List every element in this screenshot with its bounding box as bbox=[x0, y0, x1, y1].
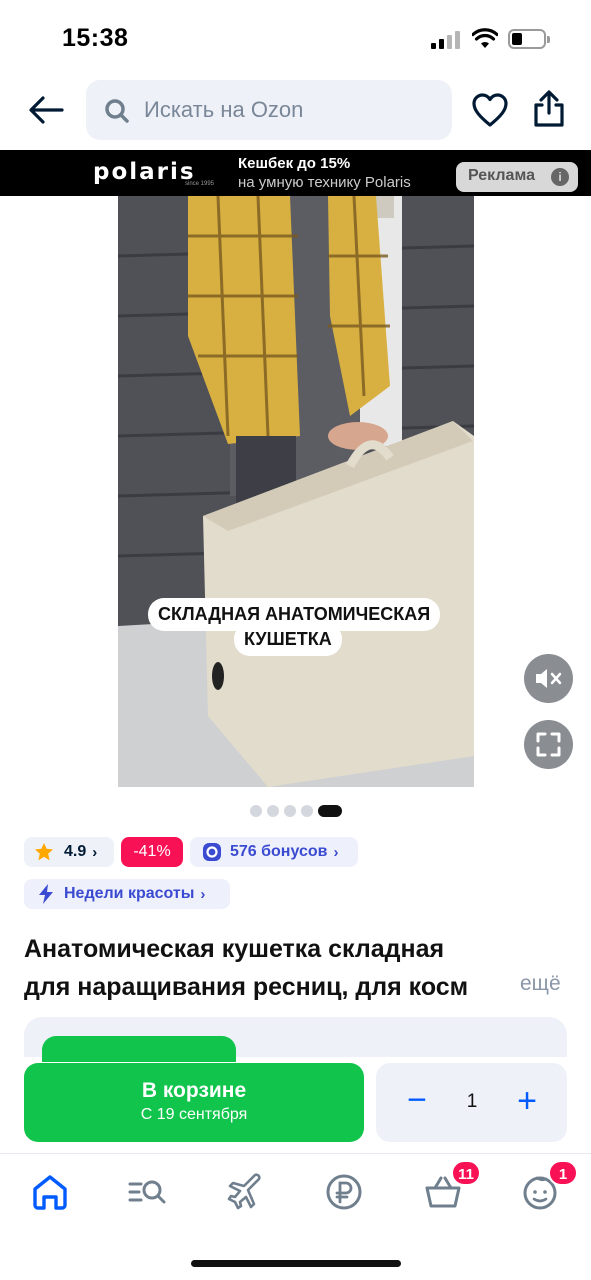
profile-notification-badge: 1 bbox=[548, 1160, 578, 1186]
cart-label: В корзине bbox=[141, 1079, 247, 1102]
star-icon bbox=[35, 843, 53, 861]
ad-brand-tagline: since 1995 bbox=[185, 181, 215, 187]
search-header bbox=[0, 78, 591, 150]
tab-profile[interactable]: 1 bbox=[520, 1160, 578, 1212]
ad-title: Кешбек до 15% bbox=[238, 155, 351, 172]
tab-finance[interactable] bbox=[324, 1172, 368, 1212]
cart-count-badge: 11 bbox=[451, 1160, 481, 1186]
product-title: Анатомическая кушетка складная для наращ… bbox=[24, 930, 544, 1006]
chevron-right-icon: › bbox=[200, 885, 206, 903]
product-video[interactable] bbox=[118, 196, 474, 787]
heart-icon bbox=[472, 93, 508, 127]
quantity-value: 1 bbox=[466, 1091, 478, 1112]
pager-dot[interactable] bbox=[267, 805, 279, 817]
battery-icon bbox=[508, 29, 550, 49]
back-button[interactable] bbox=[26, 92, 66, 128]
increase-button[interactable]: + bbox=[512, 1084, 542, 1118]
fullscreen-button[interactable] bbox=[524, 720, 573, 769]
catalog-search-icon bbox=[128, 1180, 166, 1204]
decrease-button[interactable]: − bbox=[402, 1083, 432, 1117]
ad-brand-logo: polaris bbox=[93, 159, 196, 185]
ad-label-text: Реклама bbox=[468, 167, 535, 184]
search-icon bbox=[105, 99, 129, 123]
status-time: 15:38 bbox=[62, 24, 129, 52]
status-bar: 15:38 bbox=[0, 0, 591, 78]
tab-catalog[interactable] bbox=[127, 1172, 171, 1212]
product-video-frame bbox=[118, 196, 474, 787]
pager-dot[interactable] bbox=[301, 805, 313, 817]
search-input[interactable] bbox=[144, 80, 434, 140]
tab-travel[interactable] bbox=[226, 1172, 270, 1212]
chevron-right-icon: › bbox=[333, 843, 339, 861]
favorite-button[interactable] bbox=[471, 92, 509, 128]
wifi-icon bbox=[472, 28, 498, 48]
info-icon: i bbox=[551, 168, 569, 186]
ad-label-badge[interactable]: Реклама i bbox=[456, 162, 578, 192]
in-cart-button[interactable]: В корзине С 19 сентября bbox=[24, 1063, 364, 1142]
quantity-stepper: − 1 + bbox=[376, 1063, 567, 1142]
ad-subtitle: на умную технику Polaris bbox=[238, 174, 411, 191]
image-pager bbox=[250, 805, 342, 817]
share-button[interactable] bbox=[531, 90, 567, 128]
lightning-icon bbox=[39, 884, 53, 904]
home-indicator bbox=[191, 1260, 401, 1267]
video-caption-line-2: КУШЕТКА bbox=[234, 623, 342, 656]
discount-badge: -41% bbox=[121, 837, 183, 867]
title-more-link[interactable]: ещё bbox=[520, 972, 561, 996]
pager-dot[interactable] bbox=[250, 805, 262, 817]
mute-button[interactable] bbox=[524, 654, 573, 703]
share-icon bbox=[534, 90, 564, 127]
delivery-date: С 19 сентября bbox=[140, 1106, 248, 1123]
bonus-chip[interactable]: 576 бонусов › bbox=[190, 837, 358, 867]
bonus-coin-icon bbox=[203, 843, 221, 861]
product-title-line-2: для наращивания ресниц, для косм bbox=[24, 973, 469, 1001]
ad-banner[interactable]: polaris since 1995 Кешбек до 15% на умну… bbox=[0, 150, 591, 196]
pager-dot[interactable] bbox=[284, 805, 296, 817]
pager-dot-active[interactable] bbox=[318, 805, 342, 817]
promo-chip[interactable]: Недели красоты › bbox=[24, 879, 230, 909]
chevron-right-icon: › bbox=[92, 843, 98, 861]
speaker-mute-icon bbox=[536, 669, 562, 688]
ruble-coin-icon bbox=[326, 1174, 362, 1210]
arrow-left-icon bbox=[29, 96, 64, 124]
rating-value: 4.9 bbox=[64, 843, 87, 860]
product-title-line-1: Анатомическая кушетка складная bbox=[24, 935, 445, 963]
fullscreen-icon bbox=[536, 732, 561, 757]
search-box[interactable] bbox=[86, 80, 452, 140]
airplane-icon bbox=[227, 1173, 261, 1210]
promo-text: Недели красоты bbox=[64, 885, 195, 902]
rating-chip[interactable]: 4.9 › bbox=[24, 837, 114, 867]
tab-cart[interactable]: 11 bbox=[423, 1160, 481, 1212]
signal-icon bbox=[431, 31, 463, 49]
home-icon bbox=[33, 1175, 67, 1210]
bonus-text: 576 бонусов bbox=[230, 843, 328, 860]
tab-home[interactable] bbox=[30, 1172, 74, 1212]
price-card-pill bbox=[42, 1036, 236, 1062]
